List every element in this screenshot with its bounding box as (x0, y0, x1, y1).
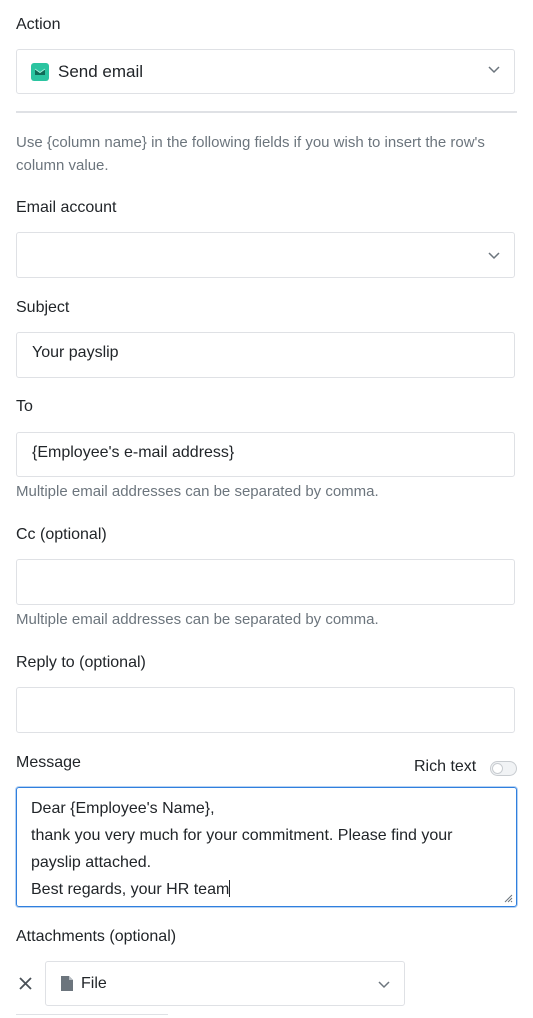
cc-input[interactable] (16, 559, 515, 605)
reply-to-input[interactable] (16, 687, 515, 733)
attachment-type-select[interactable]: File (45, 961, 405, 1006)
toggle-knob (492, 763, 503, 774)
rich-text-label: Rich text (414, 758, 477, 775)
action-selected-value: Send email (58, 62, 144, 81)
resize-handle-icon[interactable] (503, 893, 513, 903)
close-icon[interactable] (18, 976, 33, 991)
message-label: Message (16, 754, 81, 771)
text-caret (229, 880, 231, 897)
message-textarea[interactable]: Dear {Employee's Name}, thank you very m… (16, 787, 517, 907)
column-info-text: Use {column name} in the following field… (16, 134, 485, 174)
message-line: thank you very much for your commitment.… (31, 827, 453, 844)
file-icon (61, 976, 73, 991)
action-select[interactable]: Send email (16, 49, 515, 94)
subject-label: Subject (16, 299, 70, 316)
action-label: Action (16, 16, 61, 33)
chevron-down-icon (378, 981, 390, 989)
subject-input[interactable]: Your payslip (16, 332, 515, 378)
reply-to-label: Reply to (optional) (16, 654, 146, 671)
cc-hint: Multiple email addresses can be separate… (16, 611, 379, 628)
attachment-type-value: File (81, 975, 107, 992)
message-line: Dear {Employee's Name}, (31, 800, 215, 817)
chevron-down-icon (488, 252, 500, 260)
email-account-select[interactable] (16, 232, 515, 278)
next-field-edge (16, 1014, 168, 1018)
to-input[interactable]: {Employee's e-mail address} (16, 432, 515, 477)
rich-text-toggle[interactable] (490, 761, 517, 776)
divider (16, 111, 517, 113)
message-line: payslip attached. (31, 854, 152, 871)
email-account-label: Email account (16, 199, 117, 216)
cc-label: Cc (optional) (16, 526, 107, 543)
email-icon (31, 63, 49, 81)
message-line-last: Best regards, your HR team (31, 880, 231, 898)
to-label: To (16, 398, 33, 415)
chevron-down-icon (488, 66, 500, 74)
to-hint: Multiple email addresses can be separate… (16, 483, 379, 500)
attachments-label: Attachments (optional) (16, 928, 177, 945)
